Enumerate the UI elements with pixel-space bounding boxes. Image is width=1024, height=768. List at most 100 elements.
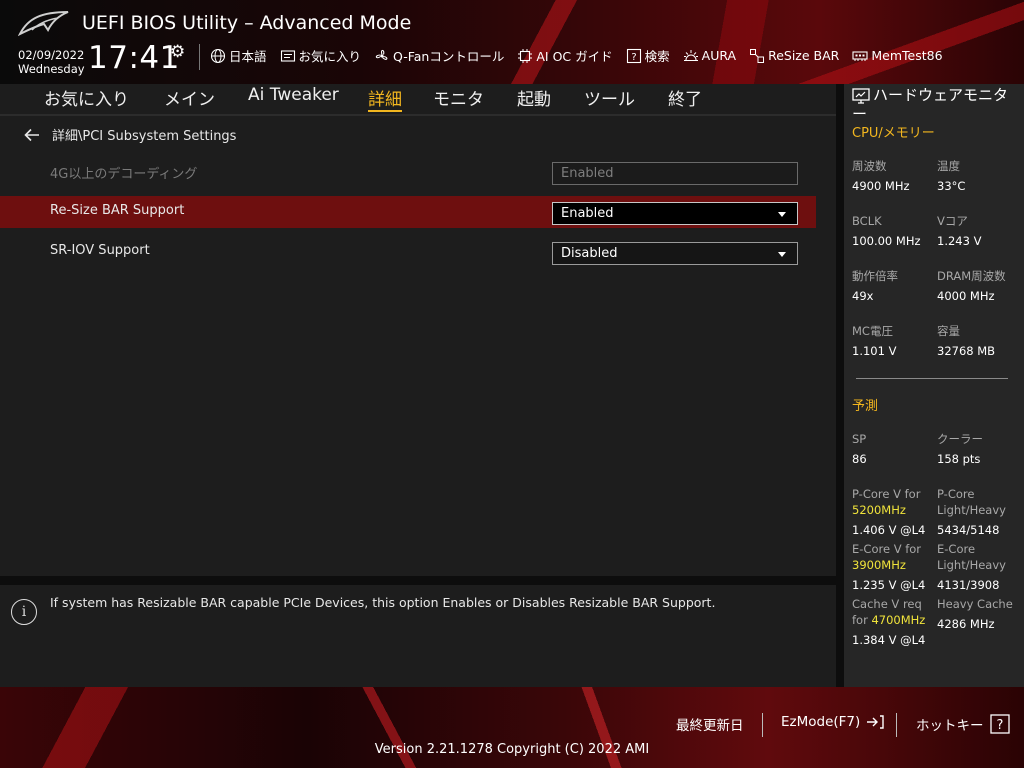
tab-exit[interactable]: 終了 [668,84,702,110]
version-text: Version 2.21.1278 Copyright (C) 2022 AMI [374,742,650,757]
hw-section-divider [856,378,1008,379]
hw-label-pcore-lh-line1: P-Core [937,487,975,501]
hw-value-vcore: 1.243 V [937,234,982,248]
header-divider [199,44,200,70]
hw-value-sp: 86 [852,452,867,466]
memtest-button[interactable]: MemTest86 [852,46,943,65]
hw-label-pcore-v-text: P-Core V for [852,487,921,501]
ai-oc-guide-button[interactable]: AI OC ガイド [517,46,613,65]
help-panel: i If system has Resizable BAR capable PC… [0,585,836,687]
date-display: 02/09/2022 Wednesday [18,48,85,76]
monitor-icon [852,87,870,104]
tab-ai-tweaker[interactable]: Ai Tweaker [248,84,339,105]
hw-label-cache-v-line1: Cache V req [852,597,922,611]
globe-icon [210,48,226,63]
resize-bar-icon [750,48,765,63]
last-modified-button[interactable]: 最終更新日 [676,714,744,734]
hw-label-cache-v-line2: for 4700MHz [852,612,925,628]
footer-divider [762,713,763,737]
hw-label-sp: SP [852,432,867,446]
hw-label-ecore-v-text: E-Core V for [852,542,922,556]
setting-row-resize-bar-support[interactable]: Re-Size BAR Support Enabled [0,196,816,228]
hw-value-ecore-v: 1.235 V @L4 [852,578,926,592]
language-button[interactable]: 日本語 [210,46,267,65]
language-label: 日本語 [229,49,267,64]
hw-label-mc-voltage: MC電圧 [852,324,893,338]
main-tabs: お気に入り メイン Ai Tweaker 詳細 モニタ 起動 ツール 終了 [0,84,836,114]
ezmode-button[interactable]: EzMode(F7) [781,714,884,730]
hw-value-bclk: 100.00 MHz [852,234,921,248]
qfan-label: Q-Fanコントロール [393,49,505,64]
hw-label-frequency: 周波数 [852,159,887,173]
help-question-icon: ? [989,714,1010,734]
hw-label-cache-for: for [852,613,868,627]
app-title: UEFI BIOS Utility – Advanced Mode [82,12,412,34]
clock-time: 17:41 [88,40,180,76]
last-modified-label: 最終更新日 [676,718,744,734]
hw-label-dram-frequency: DRAM周波数 [937,269,1006,283]
hw-label-heavy-cache: Heavy Cache [937,597,1013,611]
hw-label-cache-freq: 4700MHz [871,613,926,627]
tab-tool[interactable]: ツール [584,84,635,110]
hw-label-bclk: BCLK [852,214,882,228]
header-toolbar: 日本語 お気に入り Q-Fanコントロール AI OC ガイド ? 検索 AUR… [210,46,943,65]
svg-text:?: ? [631,52,636,63]
dropdown-value: Disabled [561,246,618,261]
cpu-memory-section: CPU/メモリー [852,126,935,141]
search-label: 検索 [644,49,670,64]
hw-value-pcore-v: 1.406 V @L4 [852,523,926,537]
aura-button[interactable]: AURA [683,46,736,65]
tab-monitor[interactable]: モニタ [433,84,484,110]
rog-logo-icon [18,11,69,37]
hw-label-ecore-v: E-Core V for 3900MHz [852,541,921,573]
hw-label-vcore: Vコア [937,214,968,228]
qfan-button[interactable]: Q-Fanコントロール [374,46,504,65]
hw-value-ratio: 49x [852,289,874,303]
resize-bar-support-dropdown[interactable]: Enabled [552,202,798,225]
ezmode-label: EzMode(F7) [781,714,861,730]
help-text: If system has Resizable BAR capable PCIe… [50,595,716,610]
prediction-section: 予測 [852,399,879,414]
breadcrumb: 詳細\PCI Subsystem Settings [24,125,236,144]
setting-row-above-4g-decoding: 4G以上のデコーディング Enabled [0,156,816,188]
hw-value-cache-v: 1.384 V @L4 [852,633,926,647]
tab-boot[interactable]: 起動 [517,84,551,110]
footer-divider [896,713,897,737]
hotkeys-button[interactable]: ホットキー ? [916,714,1010,734]
tab-favorites[interactable]: お気に入り [44,84,129,110]
hw-label-pcore-v: P-Core V for 5200MHz [852,486,920,518]
breadcrumb-path: 詳細\PCI Subsystem Settings [52,129,237,144]
ai-oc-guide-label: AI OC ガイド [536,49,613,64]
weekday-text: Wednesday [18,62,85,76]
back-arrow-icon[interactable] [24,128,40,142]
caret-down-icon [778,252,786,257]
header-bar: UEFI BIOS Utility – Advanced Mode 02/09/… [0,0,1024,84]
hardware-monitor-title: ハードウェアモニター [852,86,1020,124]
help-search-icon: ? [626,48,641,63]
tab-advanced[interactable]: 詳細 [368,84,402,112]
favorites-button[interactable]: お気に入り [280,46,361,65]
favorites-icon [280,49,295,62]
hw-value-frequency: 4900 MHz [852,179,910,193]
setting-label: 4G以上のデコーディング [50,167,198,182]
hw-label-pcore-v-freq: 5200MHz [852,503,906,517]
dropdown-value: Enabled [561,206,614,221]
clock-settings-gear-icon[interactable]: ⚙ [170,42,185,62]
hw-value-capacity: 32768 MB [937,344,996,358]
resize-bar-label: ReSize BAR [768,48,840,63]
hw-label-pcore-lh-line2: Light/Heavy [937,503,1006,517]
setting-label: Re-Size BAR Support [50,203,185,218]
hw-label-cooler: クーラー [937,432,983,446]
sr-iov-support-dropdown[interactable]: Disabled [552,242,798,265]
tab-main[interactable]: メイン [164,84,215,110]
setting-row-sr-iov-support[interactable]: SR-IOV Support Disabled [0,236,816,268]
main-panel: お気に入り メイン Ai Tweaker 詳細 モニタ 起動 ツール 終了 詳細… [0,84,836,576]
hardware-monitor-title-text: ハードウェアモニター [852,86,1009,123]
hw-label-pcore-light-heavy: P-Core Light/Heavy [937,486,1006,518]
date-text: 02/09/2022 [18,48,85,62]
search-button[interactable]: ? 検索 [626,46,670,65]
hw-label-cache-v: Cache V req for 4700MHz [852,596,925,628]
hw-label-ecore-light-heavy: E-Core Light/Heavy [937,541,1006,573]
hw-label-ratio: 動作倍率 [852,269,898,283]
resize-bar-button[interactable]: ReSize BAR [749,46,839,65]
